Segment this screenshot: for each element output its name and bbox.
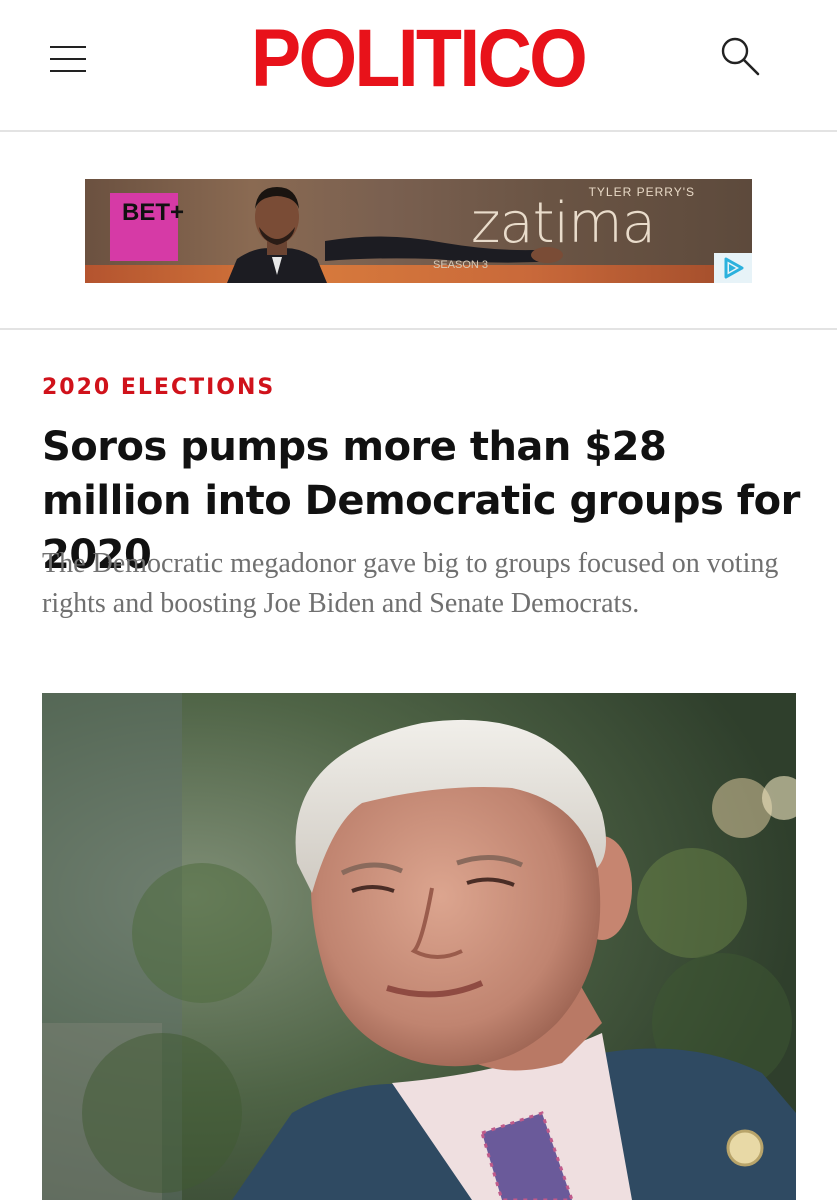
menu-line [50,46,86,48]
site-header: POLITICO [0,0,837,132]
bet-plus-logo: BET+ [110,193,184,261]
article-photo [42,693,796,1200]
menu-line [50,70,86,72]
article-dek: The Democratic megadonor gave big to gro… [42,548,779,619]
ad-floor-decoration [85,265,752,283]
ad-season: SEASON 3 [433,259,489,271]
search-icon[interactable] [718,34,762,78]
ad-title: zatima [470,191,656,256]
section-kicker[interactable]: 2020 ELECTIONS [42,374,442,402]
menu-line [50,58,86,60]
politico-logo[interactable]: POLITICO [247,14,589,104]
ad-person-image [227,187,327,283]
ad-banner[interactable]: BET+ TYLER PERRY'S zatima SEASON 3 [85,179,752,283]
ad-slot: BET+ TYLER PERRY'S zatima SEASON 3 [0,132,837,330]
hamburger-menu-icon[interactable] [50,44,86,74]
adchoices-icon[interactable] [714,253,752,283]
